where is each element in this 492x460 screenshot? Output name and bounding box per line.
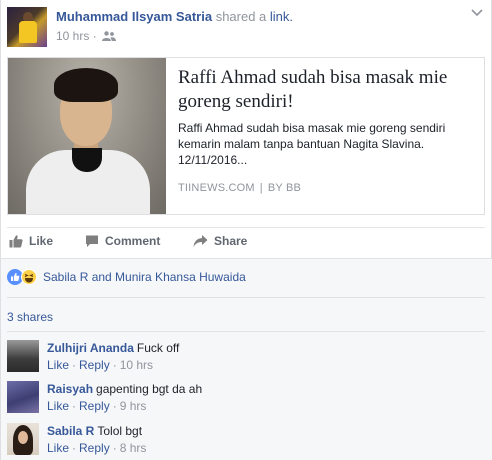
comment-text: Fuck off: [136, 341, 180, 355]
comment-reply-link[interactable]: Reply: [79, 441, 110, 455]
share-button[interactable]: Share: [193, 234, 247, 248]
avatar-jersey: [19, 21, 37, 43]
comment-like-link[interactable]: Like: [47, 358, 69, 372]
comment-item: Raisyah gapenting bgt da ah Like · Reply · 9 …: [7, 381, 485, 421]
comment-label: Comment: [105, 234, 161, 248]
link-byline: BY BB: [267, 182, 302, 194]
link-description: Raffi Ahmad sudah bisa masak mie goreng …: [178, 121, 446, 167]
author-name[interactable]: Muhammad Ilsyam Satria: [56, 9, 212, 24]
comment-time[interactable]: 10 hrs: [120, 358, 153, 372]
shares-divider: [7, 331, 485, 332]
comment-item: Zulhijri Ananda Fuck off Like · Reply · 10 hr…: [7, 340, 485, 380]
chevron-down-icon[interactable]: [471, 8, 483, 18]
comment-bubble-icon: [86, 235, 98, 247]
meta-dot: ·: [72, 441, 77, 455]
actions-divider: [7, 227, 485, 228]
link-domain: TIINEWS.COM: [178, 182, 255, 194]
commenter-name[interactable]: Zulhijri Ananda: [47, 341, 134, 355]
link-preview-card[interactable]: Raffi Ahmad sudah bisa masak mie goreng …: [7, 57, 485, 215]
comment-time[interactable]: 8 hrs: [120, 441, 147, 455]
source-separator: |: [259, 182, 263, 194]
commenter-avatar[interactable]: [7, 381, 39, 413]
comment-button[interactable]: Comment: [85, 234, 160, 248]
meta-dot: ·: [112, 358, 117, 372]
commenter-name[interactable]: Raisyah: [47, 382, 93, 396]
post-actions-bar: Like Comment Share: [1, 229, 492, 257]
meta-separator: ·: [92, 29, 97, 43]
commenter-name[interactable]: Sabila R: [47, 424, 94, 438]
shares-count[interactable]: 3 shares: [7, 310, 53, 324]
comment-like-link[interactable]: Like: [47, 441, 69, 455]
author-avatar[interactable]: [7, 7, 47, 47]
post-header: Muhammad Ilsyam Satria shared a link. 10…: [1, 0, 492, 52]
comment-time[interactable]: 9 hrs: [120, 399, 147, 413]
post-headline: Muhammad Ilsyam Satria shared a link.: [56, 9, 293, 24]
link-source: TIINEWS.COM | BY BB: [178, 182, 301, 194]
comment-body: Sabila R Tolol bgt: [47, 424, 142, 438]
comment-meta: Like · Reply · 9 hrs: [47, 399, 146, 413]
comment-text: Tolol bgt: [97, 424, 143, 438]
friends-icon[interactable]: [102, 31, 117, 41]
avatar-face: [18, 431, 28, 444]
post-timestamp[interactable]: 10 hrs: [56, 29, 89, 43]
commenter-avatar[interactable]: [7, 423, 39, 455]
thumbs-up-icon: [9, 235, 23, 248]
comment-text: gapenting bgt da ah: [96, 382, 203, 396]
like-label: Like: [29, 234, 54, 248]
comment-body: Raisyah gapenting bgt da ah: [47, 382, 202, 396]
link-thumbnail[interactable]: [8, 58, 166, 214]
share-label: Share: [214, 234, 248, 248]
link-title[interactable]: Raffi Ahmad sudah bisa masak mie goreng …: [178, 66, 478, 114]
comment-body: Zulhijri Ananda Fuck off: [47, 341, 179, 355]
comment-meta: Like · Reply · 10 hrs: [47, 358, 153, 372]
feed-post: Muhammad Ilsyam Satria shared a link. 10…: [0, 0, 492, 460]
thumbnail-hair: [54, 68, 118, 102]
haha-reaction-icon: [21, 269, 37, 285]
reactions-divider: [7, 297, 485, 298]
meta-dot: ·: [72, 399, 77, 413]
feedback-section: Sabila R and Munira Khansa Huwaida 3 sha…: [1, 258, 492, 460]
reactions-summary[interactable]: Sabila R and Munira Khansa Huwaida: [7, 269, 246, 285]
meta-dot: ·: [112, 399, 117, 413]
meta-dot: ·: [112, 441, 117, 455]
reactors-names[interactable]: Sabila R and Munira Khansa Huwaida: [43, 270, 246, 284]
comment-item: Sabila R Tolol bgt Like · Reply · 8 hrs: [7, 423, 485, 460]
commenter-avatar[interactable]: [7, 340, 39, 372]
comment-like-link[interactable]: Like: [47, 399, 69, 413]
link-text-block: Raffi Ahmad sudah bisa masak mie goreng …: [178, 66, 478, 168]
shared-link-word[interactable]: link.: [270, 9, 293, 24]
comment-reply-link[interactable]: Reply: [79, 399, 110, 413]
like-button[interactable]: Like: [9, 234, 53, 248]
share-verb: shared a: [215, 9, 267, 24]
share-arrow-icon: [193, 235, 208, 247]
post-meta: 10 hrs ·: [56, 29, 117, 43]
comment-reply-link[interactable]: Reply: [79, 358, 110, 372]
comment-meta: Like · Reply · 8 hrs: [47, 441, 146, 455]
meta-dot: ·: [72, 358, 77, 372]
